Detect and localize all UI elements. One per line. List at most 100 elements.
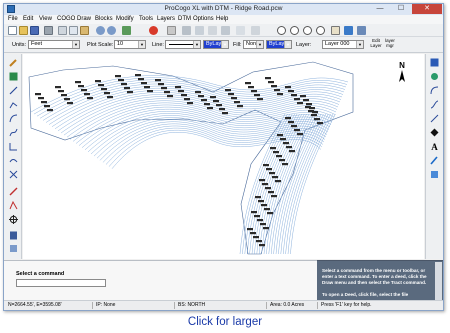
title-bar[interactable]: ProCogo XL with DTM - Ridge Road.pcw — ☐… (4, 4, 443, 15)
new-icon[interactable] (8, 26, 17, 35)
layer-select[interactable]: Layer 000 ▼ (322, 40, 364, 49)
survey-label (250, 232, 256, 235)
pan-icon[interactable] (331, 26, 340, 35)
menu-draw[interactable]: Draw (77, 16, 91, 22)
menu-blocks[interactable]: Blocks (95, 16, 113, 22)
draw-icon[interactable] (122, 26, 131, 35)
menu-cogo[interactable]: COGO (57, 16, 75, 22)
command-input[interactable] (16, 279, 106, 287)
survey-label (161, 87, 167, 90)
refresh-icon[interactable] (430, 72, 439, 81)
minimize-button[interactable]: — (370, 4, 390, 14)
status-ip: IP: None (96, 302, 116, 308)
layer-mgr-button[interactable]: layer mgr (384, 38, 396, 51)
cut-icon[interactable] (58, 26, 67, 35)
fill-select[interactable]: None ▼ (243, 40, 264, 49)
line-label: Line: (152, 42, 164, 48)
close-button[interactable]: ✕ (412, 4, 442, 14)
target-icon[interactable] (9, 215, 18, 224)
help-scrollbar[interactable] (435, 262, 442, 300)
survey-label (294, 129, 300, 132)
diamond-icon[interactable] (430, 128, 439, 137)
tool-icon[interactable] (221, 26, 230, 35)
extent-icon[interactable] (430, 170, 439, 179)
text-icon[interactable]: A (430, 142, 439, 151)
trim-icon[interactable] (9, 201, 18, 210)
survey-label (155, 79, 161, 82)
chevron-down-icon: ▼ (193, 41, 200, 48)
tool-icon[interactable] (182, 26, 191, 35)
save-icon[interactable] (30, 26, 39, 35)
menu-modify[interactable]: Modify (116, 16, 134, 22)
survey-label (158, 83, 164, 86)
menu-edit[interactable]: Edit (23, 16, 33, 22)
survey-label (271, 85, 277, 88)
undo-icon[interactable] (96, 26, 105, 35)
edit-icon[interactable] (9, 187, 18, 196)
menu-tools[interactable]: Tools (139, 16, 153, 22)
tool-icon[interactable] (251, 26, 260, 35)
spiral-icon[interactable] (9, 142, 18, 151)
arc-icon[interactable] (9, 114, 18, 123)
tool-icon[interactable] (208, 26, 217, 35)
survey-label (285, 117, 291, 120)
survey-label (248, 86, 254, 89)
survey-label (195, 91, 201, 94)
units-select[interactable]: Feet ▼ (28, 40, 80, 49)
chevron-down-icon: ▼ (256, 41, 263, 48)
curve-draw-icon[interactable] (430, 100, 439, 109)
delete-icon[interactable] (149, 26, 158, 35)
menu-file[interactable]: File (8, 16, 18, 22)
paint-icon[interactable] (430, 156, 439, 165)
plot-scale-select[interactable]: 10 ▼ (114, 40, 146, 49)
menu-dtm[interactable]: DTM (178, 16, 191, 22)
point-icon[interactable] (9, 170, 18, 179)
pencil-tool-icon[interactable] (167, 26, 176, 35)
line-layer-select[interactable]: ByLayer ▼ (203, 40, 229, 49)
view-icon[interactable] (344, 26, 353, 35)
maximize-button[interactable]: ☐ (391, 4, 411, 14)
survey-label (141, 82, 147, 85)
zoom-extents-icon[interactable] (316, 26, 325, 35)
menu-options[interactable]: Options (193, 16, 214, 22)
offset-icon[interactable] (9, 156, 18, 165)
linestyle-select[interactable]: ▼ (165, 40, 201, 49)
survey-label (75, 81, 81, 84)
zoom-out-icon[interactable] (290, 26, 299, 35)
survey-label (263, 227, 269, 230)
paste-icon[interactable] (80, 26, 89, 35)
list-icon[interactable] (9, 244, 18, 253)
polyline-icon[interactable] (9, 100, 18, 109)
zoom-window-icon[interactable] (303, 26, 312, 35)
fill-layer-select[interactable]: ByLayer ▼ (266, 40, 292, 49)
calculator-icon[interactable] (9, 231, 18, 240)
chevron-down-icon: ▼ (221, 41, 228, 48)
drawing-canvas[interactable]: N (23, 54, 424, 259)
line-sample (169, 44, 193, 45)
tool-icon[interactable] (195, 26, 204, 35)
arc-draw-icon[interactable] (430, 86, 439, 95)
help-paragraph-2: To open a Deed, click file, select the f… (322, 292, 409, 297)
redo-icon[interactable] (107, 26, 116, 35)
survey-label (266, 168, 272, 171)
node-icon[interactable] (9, 72, 18, 81)
window-icon[interactable] (357, 26, 366, 35)
tool-icon[interactable] (236, 26, 245, 35)
survey-label (237, 105, 243, 108)
curve-icon[interactable] (9, 128, 18, 137)
edit-layer-button[interactable]: Edit Layer (370, 38, 382, 51)
caption-link[interactable]: Click for larger (0, 316, 450, 328)
menu-help[interactable]: Help (216, 16, 228, 22)
zoom-in-icon[interactable] (277, 26, 286, 35)
print-icon[interactable] (44, 26, 53, 35)
menu-view[interactable]: View (39, 16, 52, 22)
contour-line (69, 102, 336, 140)
open-icon[interactable] (19, 26, 28, 35)
survey-label (254, 94, 260, 97)
pencil-icon[interactable] (9, 58, 18, 67)
layer-icon[interactable] (430, 58, 439, 67)
copy-icon[interactable] (69, 26, 78, 35)
line-draw-icon[interactable] (430, 114, 439, 123)
line-icon[interactable] (9, 86, 18, 95)
menu-layers[interactable]: Layers (157, 16, 175, 22)
